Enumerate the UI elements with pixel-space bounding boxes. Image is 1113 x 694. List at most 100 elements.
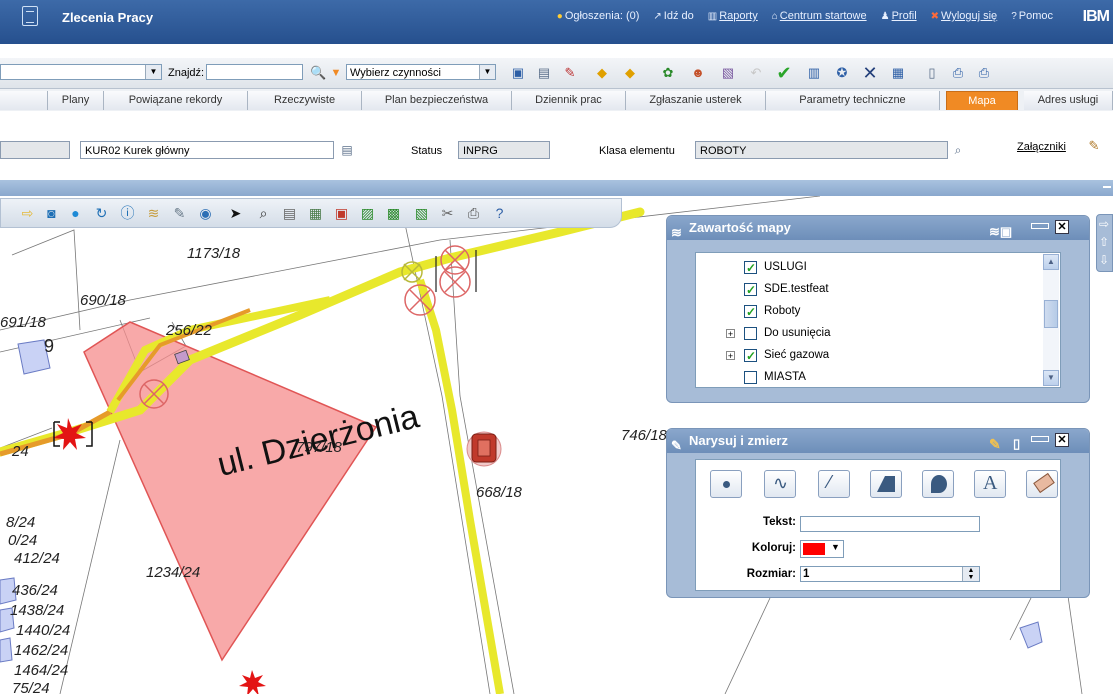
- draw-polygon-button[interactable]: [870, 470, 902, 498]
- scroll-down-icon[interactable]: ▼: [1043, 370, 1059, 386]
- filter-icon[interactable]: ▼: [328, 65, 344, 81]
- color-picker[interactable]: ▼: [800, 540, 844, 558]
- paperclip-icon[interactable]: ✎: [1086, 138, 1102, 154]
- clear-icon[interactable]: ✎: [562, 65, 578, 81]
- layer-item[interactable]: + Sieć gazowa: [696, 345, 1026, 367]
- query-select[interactable]: ▼: [0, 64, 162, 80]
- print-icon[interactable]: ⎙: [465, 205, 482, 222]
- layer-item[interactable]: USLUGI: [696, 257, 1026, 279]
- globe-icon[interactable]: ●: [67, 205, 84, 222]
- arrow-right-icon[interactable]: ⇨: [1099, 217, 1109, 231]
- layer-item[interactable]: Roboty: [696, 301, 1026, 323]
- close-icon[interactable]: ✕: [1055, 433, 1069, 447]
- erase-button[interactable]: [1026, 470, 1058, 498]
- tab-work-log[interactable]: Dziennik prac: [512, 91, 626, 110]
- nav-help[interactable]: ? Pomoc: [1011, 10, 1053, 22]
- draw-freehand-button[interactable]: ⁄: [818, 470, 850, 498]
- asset-field[interactable]: KUR02 Kurek główny: [80, 141, 334, 159]
- select-area-icon[interactable]: ▨: [359, 205, 376, 222]
- arrow-up-icon[interactable]: ⇧: [1099, 235, 1109, 249]
- layers-options-icon[interactable]: ≋▣: [989, 220, 1012, 244]
- tab-plany[interactable]: Plany: [48, 91, 104, 110]
- nav-goto[interactable]: ↗ Idź do: [653, 10, 693, 22]
- report-icon[interactable]: ▧: [720, 65, 736, 81]
- draw-text-button[interactable]: A: [974, 470, 1006, 498]
- help-icon[interactable]: ?: [491, 205, 508, 222]
- select-line-icon[interactable]: ▩: [385, 205, 402, 222]
- info-icon[interactable]: ⓘ: [119, 205, 136, 222]
- new-record-icon[interactable]: ▣: [510, 65, 526, 81]
- tab-service-address[interactable]: Adres usługi: [1024, 91, 1113, 110]
- layer-checkbox[interactable]: [744, 327, 757, 340]
- layer-item[interactable]: + Do usunięcia: [696, 323, 1026, 345]
- minimize-icon[interactable]: [1031, 436, 1049, 442]
- tab-related-records[interactable]: Powiązane rekordy: [104, 91, 248, 110]
- next-icon[interactable]: ◆: [622, 65, 638, 81]
- scroll-up-icon[interactable]: ▲: [1043, 254, 1059, 270]
- layer-checkbox[interactable]: [744, 280, 757, 300]
- layer-tree-scrollbar[interactable]: ▲ ▼: [1043, 254, 1059, 386]
- undo-icon[interactable]: ↶: [748, 65, 764, 81]
- pdf-icon[interactable]: ▣: [333, 205, 350, 222]
- tab-specifications[interactable]: Parametry techniczne: [766, 91, 940, 110]
- ruler-icon[interactable]: ▯: [1013, 432, 1020, 456]
- layers-panel-header[interactable]: ≋ Zawartość mapy ≋▣ ✕: [667, 216, 1089, 240]
- layer-checkbox[interactable]: [744, 302, 757, 322]
- layer-checkbox[interactable]: [744, 346, 757, 366]
- tab-actuals[interactable]: Rzeczywiste: [248, 91, 362, 110]
- expand-icon[interactable]: +: [726, 329, 735, 339]
- size-stepper[interactable]: ▲ ▼: [962, 567, 979, 581]
- checkmark-icon[interactable]: ✔: [776, 64, 792, 82]
- action-select[interactable]: Wybierz czynności ▼: [346, 64, 496, 80]
- draw-ellipse-button[interactable]: [922, 470, 954, 498]
- layer-item[interactable]: SDE.testfeat: [696, 279, 1026, 301]
- tab-map[interactable]: Mapa: [946, 91, 1018, 110]
- barcode-icon[interactable]: ▥: [806, 65, 822, 81]
- find-input[interactable]: [206, 64, 303, 80]
- print-icon[interactable]: ⎙: [950, 65, 966, 81]
- identify-icon[interactable]: ▤: [281, 205, 298, 222]
- document-icon[interactable]: ▯: [924, 65, 940, 81]
- layers-icon[interactable]: ≋: [145, 205, 162, 222]
- approve-icon[interactable]: ✪: [834, 65, 850, 81]
- previous-icon[interactable]: ◆: [594, 65, 610, 81]
- draw-icon[interactable]: ✎: [171, 205, 188, 222]
- draw-polyline-button[interactable]: ∿: [764, 470, 796, 498]
- layer-item[interactable]: MIASTA: [696, 367, 1026, 389]
- route-icon[interactable]: ✿: [660, 65, 676, 81]
- scroll-thumb[interactable]: [1044, 300, 1058, 328]
- pencil-icon[interactable]: ✎: [989, 432, 1001, 456]
- tab-previous[interactable]: [0, 91, 48, 110]
- tab-safety-plan[interactable]: Plan bezpieczeństwa: [362, 91, 512, 110]
- draw-point-button[interactable]: [710, 470, 742, 498]
- full-extent-icon[interactable]: ◙: [43, 205, 60, 222]
- attachments-link[interactable]: Załączniki: [1017, 141, 1066, 153]
- text-input[interactable]: [800, 516, 980, 532]
- nav-start-center[interactable]: ⌂ Centrum startowe: [772, 10, 867, 22]
- record-id-field[interactable]: [0, 141, 70, 159]
- people-icon[interactable]: ☻: [690, 65, 706, 81]
- cancel-icon[interactable]: ✕: [862, 64, 878, 82]
- binoculars-icon[interactable]: 🔍: [310, 65, 326, 81]
- layer-checkbox[interactable]: [744, 371, 757, 384]
- expand-icon[interactable]: +: [726, 351, 735, 361]
- chart-icon[interactable]: ▦: [890, 65, 906, 81]
- pointer-icon[interactable]: ➤: [227, 205, 244, 222]
- long-description-icon[interactable]: ▤: [339, 142, 355, 158]
- clear-selection-icon[interactable]: ✂: [439, 205, 456, 222]
- measure-icon[interactable]: ▦: [307, 205, 324, 222]
- status-field[interactable]: INPRG: [458, 141, 550, 159]
- locate-icon[interactable]: ◉: [197, 205, 214, 222]
- nav-logout[interactable]: ✖ Wyloguj się: [931, 10, 998, 22]
- print-attachments-icon[interactable]: ⎙: [976, 65, 992, 81]
- close-icon[interactable]: ✕: [1055, 220, 1069, 234]
- select-point-icon[interactable]: ▧: [413, 205, 430, 222]
- map-pan-control[interactable]: ⇨ ⇧ ⇩: [1096, 214, 1113, 272]
- layer-checkbox[interactable]: [744, 258, 757, 278]
- asset-class-field[interactable]: ROBOTY: [695, 141, 948, 159]
- tab-failure-reporting[interactable]: Zgłaszanie usterek: [626, 91, 766, 110]
- size-input[interactable]: 1: [800, 566, 980, 582]
- save-icon[interactable]: ▤: [536, 65, 552, 81]
- draw-panel-header[interactable]: ✎ Narysuj i zmierz ✎ ▯ ✕: [667, 429, 1089, 453]
- arrow-down-icon[interactable]: ⇩: [1099, 253, 1109, 267]
